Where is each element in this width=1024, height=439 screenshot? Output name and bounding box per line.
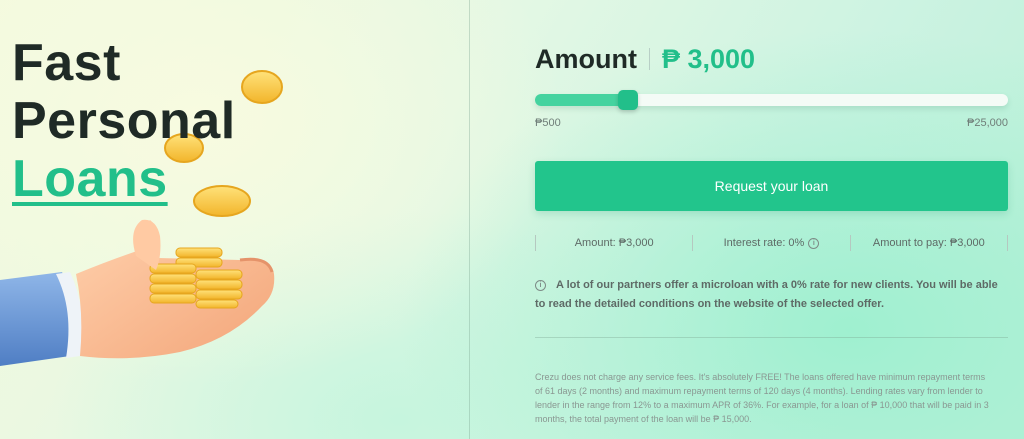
summary-amount: Amount: ₱3,000: [535, 235, 692, 251]
section-divider: [535, 337, 1008, 338]
amount-slider[interactable]: [535, 90, 1008, 110]
microloan-notice: iA lot of our partners offer a microloan…: [535, 276, 1008, 314]
slider-min-label: ₱500: [535, 117, 561, 129]
summary-interest-text: Interest rate: 0%: [723, 237, 805, 249]
amount-header: Amount ₱ 3,000: [535, 42, 755, 76]
amount-value: ₱ 3,000: [661, 43, 756, 74]
slider-thumb[interactable]: [618, 90, 638, 110]
summary-amount-text: Amount: ₱3,000: [574, 237, 654, 249]
summary-to-pay-text: Amount to pay: ₱3,000: [872, 237, 985, 249]
fees-disclaimer: Crezu does not charge any service fees. …: [535, 372, 989, 424]
coin-stack: [149, 247, 243, 309]
panel-divider: [469, 0, 470, 439]
info-icon: i: [535, 280, 546, 291]
summary-interest: Interest rate: 0% i: [692, 235, 849, 251]
request-loan-button[interactable]: Request your loan: [535, 161, 1008, 211]
loan-summary: Amount: ₱3,000 Interest rate: 0% i Amoun…: [535, 234, 1008, 252]
hero-title: Fast Personal Loans: [12, 34, 236, 208]
amount-separator: [648, 48, 650, 70]
coin-icon: [241, 70, 283, 104]
hero-title-line: Personal: [12, 92, 236, 150]
slider-fill: [535, 94, 628, 106]
slider-max-label: ₱25,000: [967, 117, 1008, 129]
notice-text: A lot of our partners offer a microloan …: [535, 279, 998, 310]
hero-title-line: Fast: [12, 34, 121, 92]
amount-label: Amount: [535, 43, 637, 74]
info-icon[interactable]: i: [808, 237, 820, 249]
hero-title-accent: Loans: [12, 150, 168, 208]
summary-to-pay: Amount to pay: ₱3,000: [849, 235, 1008, 251]
